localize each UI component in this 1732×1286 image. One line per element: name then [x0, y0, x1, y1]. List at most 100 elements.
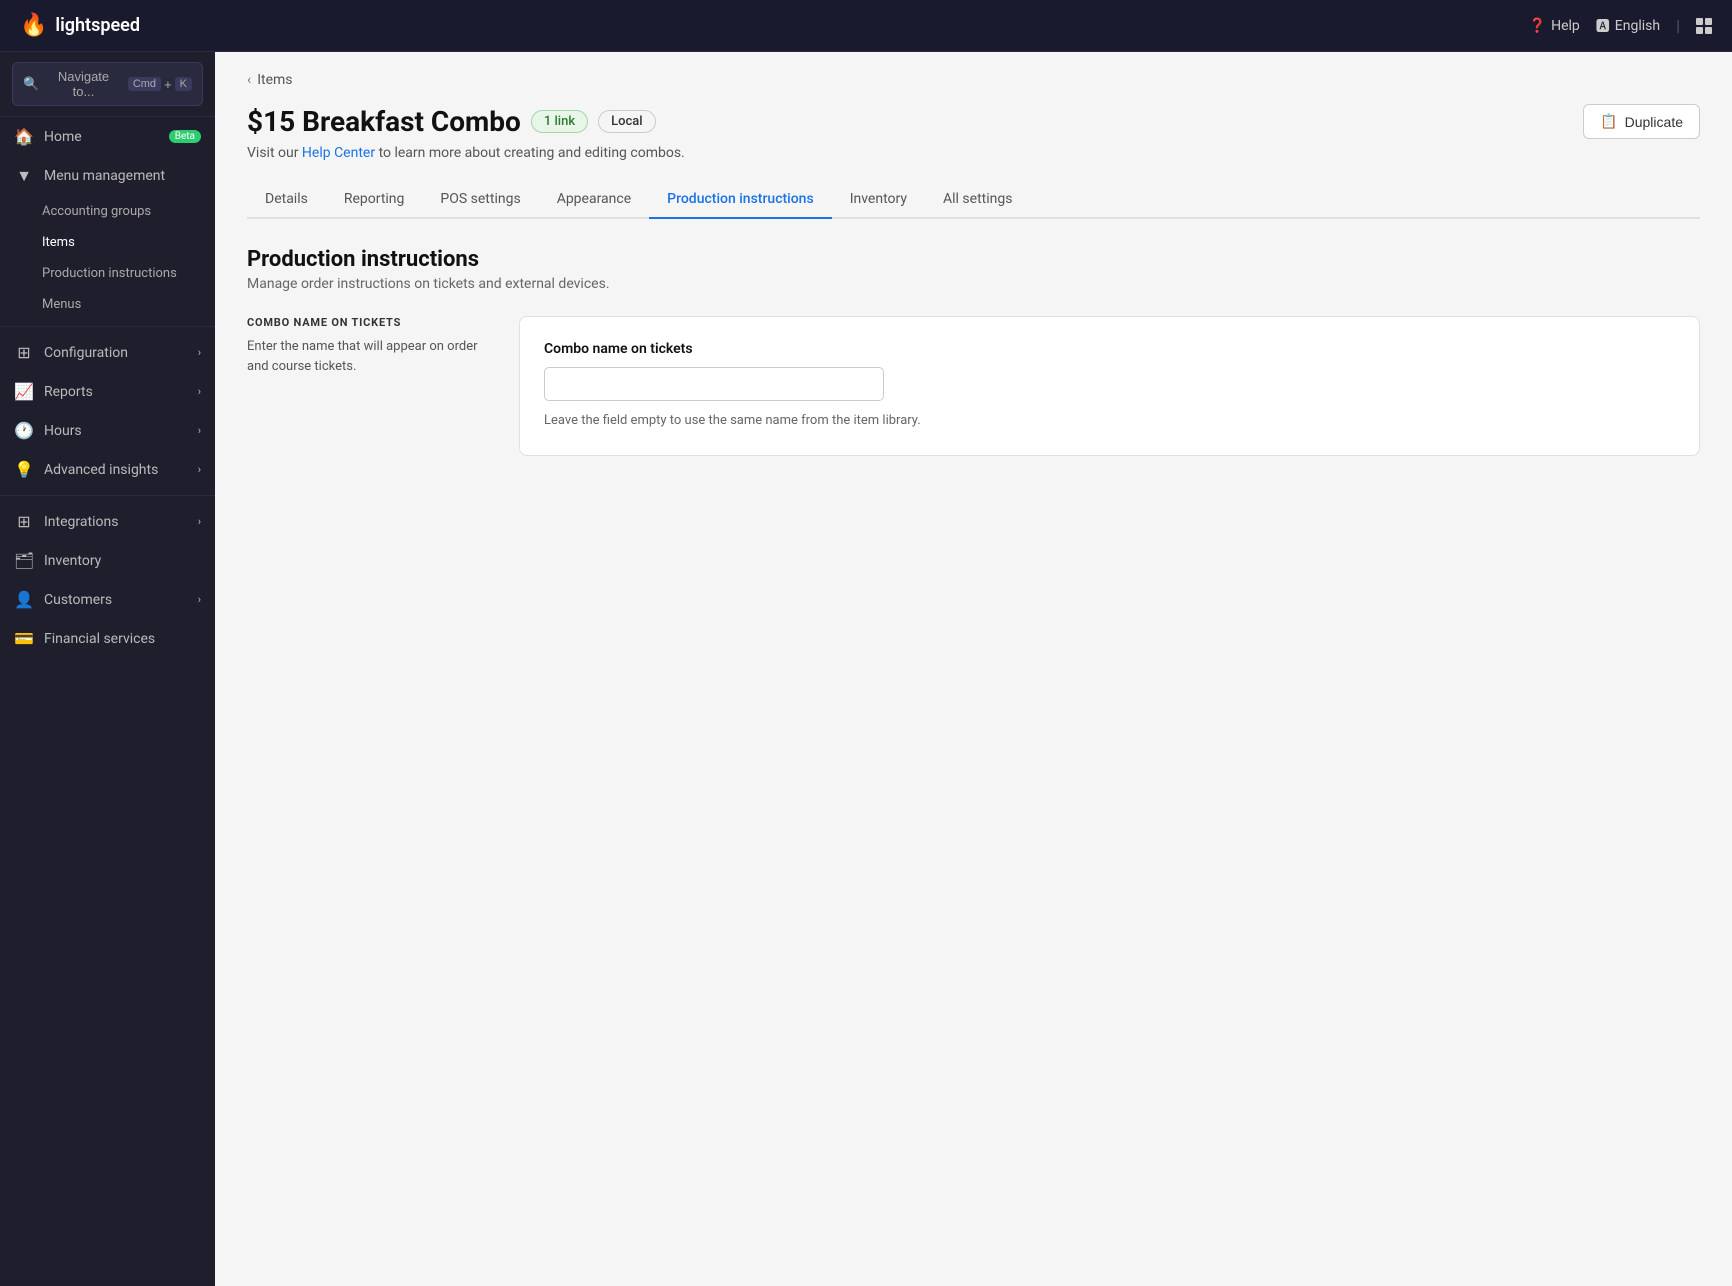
beta-badge: Beta — [169, 130, 201, 143]
breadcrumb[interactable]: ‹ Items — [247, 72, 1700, 88]
sidebar-divider-2 — [0, 495, 215, 496]
financial-services-icon: 💳 — [14, 629, 34, 648]
financial-services-label: Financial services — [44, 631, 201, 647]
chevron-right-icon-6: › — [198, 593, 201, 606]
breadcrumb-arrow-icon: ‹ — [247, 72, 251, 88]
tab-all-settings[interactable]: All settings — [925, 181, 1030, 219]
help-button[interactable]: ❓ Help — [1529, 18, 1580, 34]
logo-flame-icon: 🔥 — [20, 13, 47, 38]
sidebar-item-financial-services[interactable]: 💳 Financial services — [0, 619, 215, 658]
local-badge: Local — [598, 110, 656, 133]
hours-label: Hours — [44, 423, 188, 439]
advanced-insights-label: Advanced insights — [44, 462, 188, 478]
sidebar: 🔍 Navigate to... Cmd + K 🏠 Home Beta ▼ M… — [0, 52, 215, 1286]
duplicate-button[interactable]: 📋 Duplicate — [1583, 104, 1700, 139]
inventory-icon: 🗂 — [14, 551, 34, 570]
subtitle-pre: Visit our — [247, 145, 302, 161]
sidebar-item-integrations[interactable]: ⊞ Integrations › — [0, 502, 215, 541]
section-subtitle: Manage order instructions on tickets and… — [247, 276, 1700, 292]
tab-inventory[interactable]: Inventory — [832, 181, 925, 219]
sidebar-item-menu-management[interactable]: ▼ Menu management — [0, 156, 215, 196]
sidebar-item-accounting-groups[interactable]: Accounting groups — [28, 196, 215, 227]
chevron-right-icon-2: › — [198, 385, 201, 398]
page-title: $15 Breakfast Combo — [247, 105, 521, 138]
content-area: ‹ Items $15 Breakfast Combo 1 link Local… — [215, 52, 1732, 476]
sidebar-item-reports[interactable]: 📈 Reports › — [0, 372, 215, 411]
home-label: Home — [44, 129, 153, 145]
sidebar-item-home[interactable]: 🏠 Home Beta — [0, 117, 215, 156]
tab-appearance[interactable]: Appearance — [539, 181, 649, 219]
sidebar-search: 🔍 Navigate to... Cmd + K — [0, 52, 215, 117]
duplicate-icon: 📋 — [1600, 113, 1617, 130]
sidebar-item-inventory[interactable]: 🗂 Inventory — [0, 541, 215, 580]
sidebar-item-menus[interactable]: Menus — [28, 289, 215, 320]
topbar-right: ❓ Help 🅰 English | — [1529, 16, 1712, 36]
kbd-k: K — [175, 77, 192, 91]
navigate-to-button[interactable]: 🔍 Navigate to... Cmd + K — [12, 62, 203, 106]
home-icon: 🏠 — [14, 127, 34, 146]
tab-details[interactable]: Details — [247, 181, 326, 219]
chevron-right-icon-3: › — [198, 424, 201, 437]
duplicate-label: Duplicate — [1625, 114, 1683, 130]
sidebar-item-configuration[interactable]: ⊞ Configuration › — [0, 333, 215, 372]
integrations-icon: ⊞ — [14, 512, 34, 531]
customers-icon: 👤 — [14, 590, 34, 609]
lang-label: English — [1615, 18, 1660, 34]
chevron-right-icon-4: › — [198, 463, 201, 476]
tab-reporting[interactable]: Reporting — [326, 181, 423, 219]
kbd-plus: + — [164, 77, 172, 92]
search-icon: 🔍 — [23, 76, 39, 92]
apps-grid-icon — [1696, 18, 1712, 34]
prod-card: Combo name on tickets Leave the field em… — [519, 316, 1700, 456]
layout: 🔍 Navigate to... Cmd + K 🏠 Home Beta ▼ M… — [0, 52, 1732, 1286]
topbar: 🔥 lightspeed ❓ Help 🅰 English | — [0, 0, 1732, 52]
apps-button[interactable] — [1696, 18, 1712, 34]
help-center-link[interactable]: Help Center — [302, 145, 375, 161]
breadcrumb-label: Items — [257, 72, 292, 88]
menu-management-icon: ▼ — [14, 166, 34, 186]
section-title: Production instructions — [247, 247, 1700, 272]
configuration-label: Configuration — [44, 345, 188, 361]
keyboard-shortcut: Cmd + K — [128, 77, 192, 92]
sidebar-item-customers[interactable]: 👤 Customers › — [0, 580, 215, 619]
kbd-cmd: Cmd — [128, 77, 161, 91]
production-layout: COMBO NAME ON TICKETS Enter the name tha… — [247, 316, 1700, 456]
advanced-insights-icon: 💡 — [14, 460, 34, 479]
chevron-right-icon: › — [198, 346, 201, 359]
topbar-left: 🔥 lightspeed — [20, 13, 140, 38]
menu-management-subnav: Accounting groups Items Production instr… — [28, 196, 215, 320]
subtitle-post: to learn more about creating and editing… — [375, 145, 685, 161]
navigate-label: Navigate to... — [47, 69, 120, 99]
combo-name-input[interactable] — [544, 367, 884, 401]
inventory-label: Inventory — [44, 553, 201, 569]
reports-label: Reports — [44, 384, 188, 400]
logo-text: lightspeed — [55, 15, 140, 36]
link-badge[interactable]: 1 link — [531, 110, 588, 133]
page-title-row: $15 Breakfast Combo 1 link Local — [247, 105, 656, 138]
reports-icon: 📈 — [14, 382, 34, 401]
help-icon: ❓ — [1529, 18, 1546, 34]
integrations-label: Integrations — [44, 514, 188, 530]
tab-production-instructions[interactable]: Production instructions — [649, 181, 832, 219]
prod-section-label: COMBO NAME ON TICKETS — [247, 316, 487, 329]
prod-left-column: COMBO NAME ON TICKETS Enter the name tha… — [247, 316, 487, 376]
page-header: $15 Breakfast Combo 1 link Local 📋 Dupli… — [247, 104, 1700, 139]
sidebar-item-hours[interactable]: 🕐 Hours › — [0, 411, 215, 450]
tab-pos-settings[interactable]: POS settings — [422, 181, 538, 219]
topbar-divider: | — [1676, 16, 1680, 35]
sidebar-item-items[interactable]: Items — [28, 227, 215, 258]
main-content: ‹ Items $15 Breakfast Combo 1 link Local… — [215, 52, 1732, 1286]
logo: 🔥 lightspeed — [20, 13, 140, 38]
page-subtitle: Visit our Help Center to learn more abou… — [247, 145, 1700, 161]
sidebar-divider-1 — [0, 326, 215, 327]
menu-management-label: Menu management — [44, 168, 201, 184]
sidebar-item-advanced-insights[interactable]: 💡 Advanced insights › — [0, 450, 215, 489]
combo-name-label: Combo name on tickets — [544, 341, 1675, 357]
sidebar-item-production-instructions[interactable]: Production instructions — [28, 258, 215, 289]
customers-label: Customers — [44, 592, 188, 608]
language-selector[interactable]: 🅰 English — [1596, 16, 1660, 36]
prod-section-desc: Enter the name that will appear on order… — [247, 337, 487, 376]
tabs-bar: Details Reporting POS settings Appearanc… — [247, 181, 1700, 219]
configuration-icon: ⊞ — [14, 343, 34, 362]
help-label: Help — [1551, 18, 1580, 34]
